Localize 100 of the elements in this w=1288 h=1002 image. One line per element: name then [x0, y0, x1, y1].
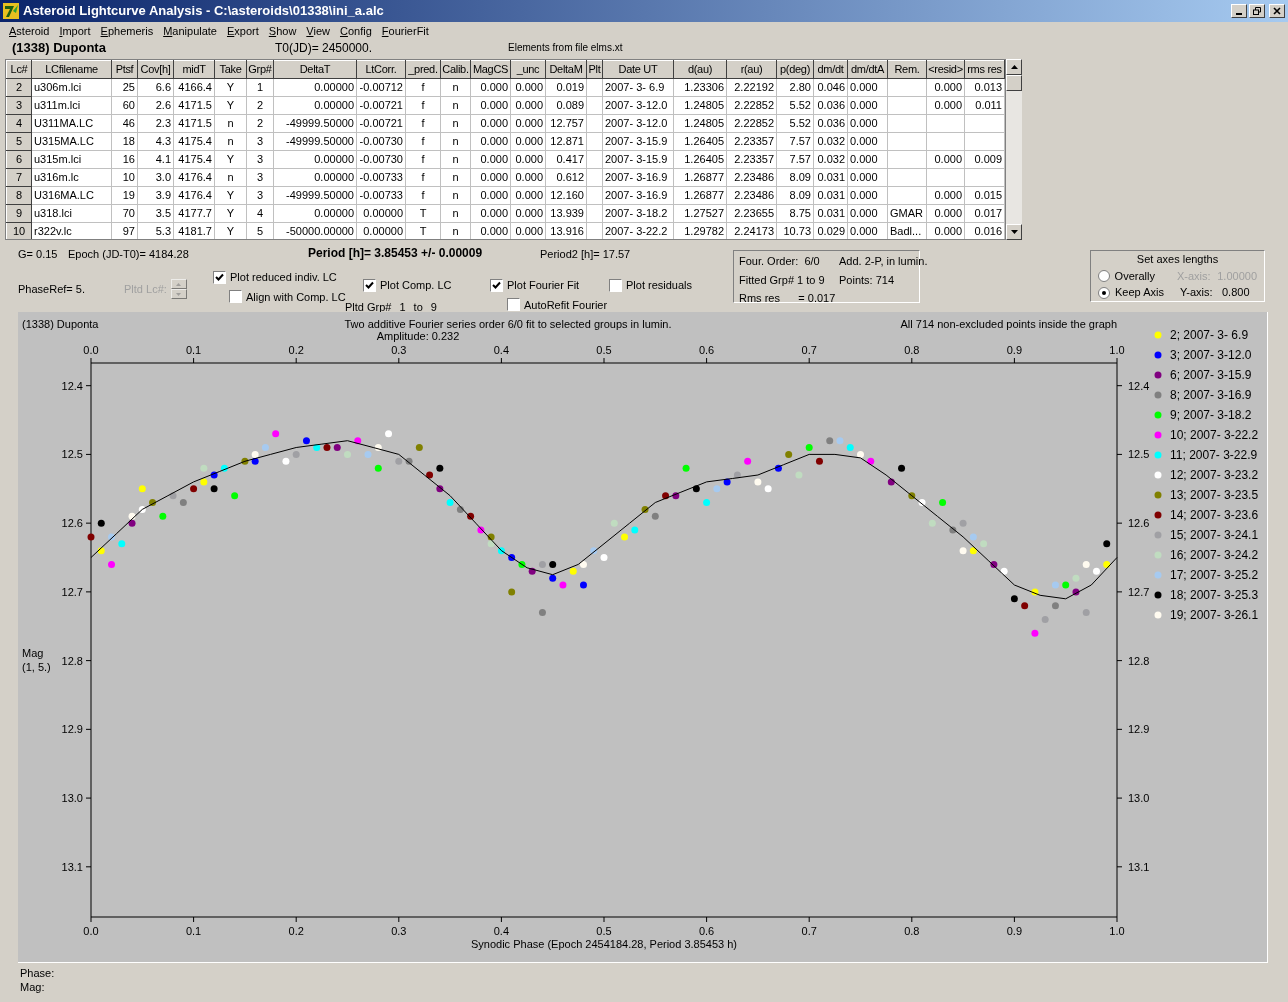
menu-item[interactable]: Ephemeris: [95, 22, 159, 40]
tick-label: 0.9: [1006, 925, 1023, 937]
table-cell: 0.612: [545, 168, 587, 187]
tick-label: 0.7: [801, 925, 817, 937]
table-cell: 0.00000: [273, 168, 357, 187]
column-header[interactable]: Rem.: [887, 60, 927, 79]
checkbox-label[interactable]: Plot Fourier Fit: [507, 277, 580, 294]
menu-item[interactable]: Import: [54, 22, 96, 40]
column-header[interactable]: _unc: [510, 60, 546, 79]
tick-label: 12.5: [1128, 448, 1150, 461]
plot-object-name: (1338) Duponta: [22, 318, 99, 330]
table-cell: -49999.50000: [273, 186, 357, 205]
status-label: Phase:: [20, 966, 56, 980]
column-header[interactable]: Take: [214, 60, 247, 79]
column-header[interactable]: rms res: [964, 60, 1005, 79]
checkbox-label[interactable]: AutoRefit Fourier: [524, 296, 608, 313]
tick-label: 0.6: [698, 344, 715, 356]
column-header[interactable]: LtCorr.: [356, 60, 406, 79]
fit-info-text: Fitted Grp# 1 to 9: [739, 272, 826, 288]
checkbox-label[interactable]: Align with Comp. LC: [246, 288, 346, 305]
table-cell: 2.22852: [726, 96, 777, 115]
table-cell: U316MA.LC: [31, 186, 112, 205]
table-cell: u306m.lci: [31, 78, 112, 97]
checkbox-label[interactable]: Plot reduced indiv. LC: [230, 269, 337, 286]
column-header[interactable]: midT: [173, 60, 215, 79]
axis-length-label: Y-axis:: [1180, 285, 1214, 301]
table-cell: 0.000: [470, 168, 511, 187]
fit-info-text: Add. 2-P, in lumin.: [839, 254, 928, 269]
y-axis-unit: (1, 5.): [22, 661, 51, 673]
menu-item[interactable]: Config: [335, 22, 377, 40]
column-header[interactable]: DeltaM: [545, 60, 587, 79]
table-cell: Y: [214, 186, 247, 205]
table-cell: 0.000: [510, 96, 546, 115]
tick-label: 12.8: [61, 654, 83, 667]
table-cell: 0.000: [847, 222, 888, 239]
table-cell: -49999.50000: [273, 114, 357, 133]
legend-label: 8; 2007- 3-16.9: [1170, 387, 1252, 404]
tick-label: 0.1: [185, 925, 202, 937]
column-header[interactable]: Cov[h]: [137, 60, 174, 79]
column-header[interactable]: MagCS: [470, 60, 511, 79]
radio-label[interactable]: Keep Axis: [1115, 284, 1180, 301]
column-header[interactable]: LCfilename: [31, 60, 112, 79]
period-value: Period [h]= 3.85453 +/- 0.00009: [308, 245, 484, 262]
legend-label: 15; 2007- 3-24.1: [1170, 527, 1259, 544]
axis-length-value: 0.800: [1222, 285, 1250, 301]
legend-label: 19; 2007- 3-26.1: [1170, 607, 1259, 624]
table-cell: 18: [111, 132, 138, 151]
table-cell: f: [405, 168, 441, 187]
table-cell: 7.57: [776, 150, 814, 169]
tick-label: 0.3: [391, 925, 407, 937]
table-cell: 0.00000: [273, 96, 357, 115]
menu-item[interactable]: View: [301, 22, 335, 40]
tick-label: 0.2: [288, 344, 304, 356]
column-header[interactable]: dm/dtA: [847, 60, 888, 79]
menu-item[interactable]: Manipulate: [158, 22, 222, 40]
column-header[interactable]: _pred.: [405, 60, 441, 79]
column-header[interactable]: Grp#: [246, 60, 274, 79]
plot-title: Two additive Fourier series order 6/0 fit to selected groups in lumin.: [344, 318, 672, 330]
table-cell: 0.000: [510, 186, 546, 205]
legend-label: 12; 2007- 3-23.2: [1170, 467, 1259, 484]
column-header[interactable]: <resid>: [926, 60, 965, 79]
checkbox-label[interactable]: Plot residuals: [626, 277, 693, 294]
menu-item[interactable]: Show: [263, 22, 302, 40]
column-header[interactable]: r(au): [726, 60, 777, 79]
menu-item[interactable]: Asteroid: [4, 22, 55, 40]
table-cell: 0.000: [847, 78, 888, 97]
table-cell: 0.009: [964, 150, 1005, 169]
table-cell: 0.000: [470, 114, 511, 133]
table-cell: 2.23655: [726, 204, 777, 223]
table-cell: 0.000: [926, 186, 965, 205]
column-header[interactable]: dm/dt: [813, 60, 848, 79]
table-cell: 0.032: [813, 150, 848, 169]
column-header[interactable]: p(deg): [776, 60, 814, 79]
table-cell: 0.015: [964, 186, 1005, 205]
table-cell: 2.23357: [726, 132, 777, 151]
table-cell: 0.000: [510, 204, 546, 223]
legend-label: 17; 2007- 3-25.2: [1170, 567, 1259, 584]
radio-label[interactable]: Overally: [1114, 267, 1177, 285]
table-cell: 0.000: [926, 78, 965, 97]
menu-item[interactable]: FourierFit: [376, 22, 434, 40]
checkbox-label[interactable]: Plot Comp. LC: [380, 277, 452, 294]
table-cell: U311MA.LC: [31, 114, 112, 133]
table-cell: 0.046: [813, 78, 848, 97]
column-header[interactable]: Calib.: [440, 60, 471, 79]
table-cell: 1.27527: [673, 204, 727, 223]
menu-item[interactable]: Export: [222, 22, 264, 40]
tick-label: 0.4: [493, 344, 510, 356]
table-cell: 0.000: [847, 168, 888, 187]
column-header[interactable]: d(au): [673, 60, 727, 79]
table-cell: 0.013: [964, 78, 1005, 97]
column-header[interactable]: Lc#: [6, 60, 32, 79]
table-cell: n: [440, 186, 471, 205]
column-header[interactable]: DeltaT: [273, 60, 357, 79]
tick-label: 0.1: [185, 344, 202, 356]
table-cell: 0.000: [470, 204, 511, 223]
table-cell: 2.22852: [726, 114, 777, 133]
table-cell: 0.019: [545, 78, 587, 97]
table-cell: 3: [246, 186, 274, 205]
column-header[interactable]: Ptsf: [111, 60, 138, 79]
column-header[interactable]: Date UT: [602, 60, 674, 79]
